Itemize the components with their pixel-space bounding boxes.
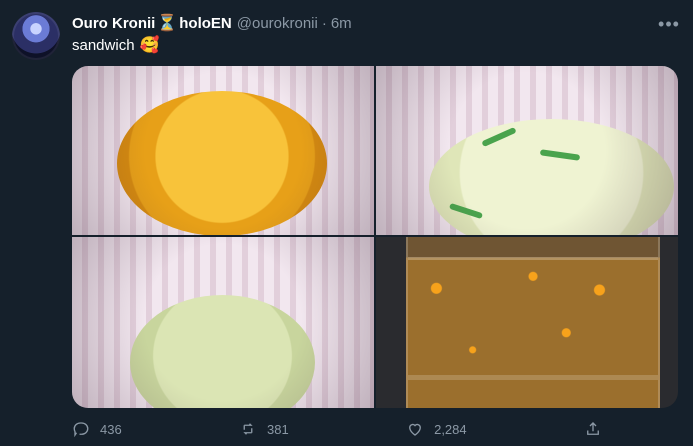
separator-dot: · [321, 14, 327, 32]
reply-action[interactable]: 436 [72, 420, 122, 438]
heart-face-emoji: 🥰 [139, 37, 160, 54]
hourglass-emoji: ⏳ [157, 15, 178, 32]
more-icon[interactable]: ••• [657, 12, 681, 36]
like-action[interactable]: 2,284 [406, 420, 467, 438]
tweet-media-grid [72, 66, 678, 408]
tweet-image-4[interactable] [376, 237, 678, 408]
tweet-text-content: sandwich [72, 36, 135, 54]
heart-icon[interactable] [406, 420, 424, 438]
share-action[interactable] [584, 420, 602, 438]
avatar[interactable] [12, 12, 60, 60]
tweet-image-1[interactable] [72, 66, 374, 235]
reply-count: 436 [100, 421, 122, 437]
author-handle[interactable]: @ourokronii [237, 15, 318, 32]
tweet-time[interactable]: 6m [331, 15, 352, 32]
retweet-icon[interactable] [239, 420, 257, 438]
author-name-suffix[interactable]: holoEN [179, 15, 232, 32]
reply-icon[interactable] [72, 420, 90, 438]
tweet-image-2[interactable] [376, 66, 678, 235]
author-name[interactable]: Ouro Kronii [72, 15, 155, 32]
tweet-image-3[interactable] [72, 237, 374, 408]
retweet-action[interactable]: 381 [239, 420, 289, 438]
tweet-header: Ouro Kronii ⏳ holoEN @ourokronii · 6m [72, 13, 352, 33]
tweet-actions: 436 381 2,284 [72, 419, 602, 439]
like-count: 2,284 [434, 421, 467, 437]
tweet-text: sandwich 🥰 [72, 35, 159, 55]
share-icon[interactable] [584, 420, 602, 438]
retweet-count: 381 [267, 421, 289, 437]
